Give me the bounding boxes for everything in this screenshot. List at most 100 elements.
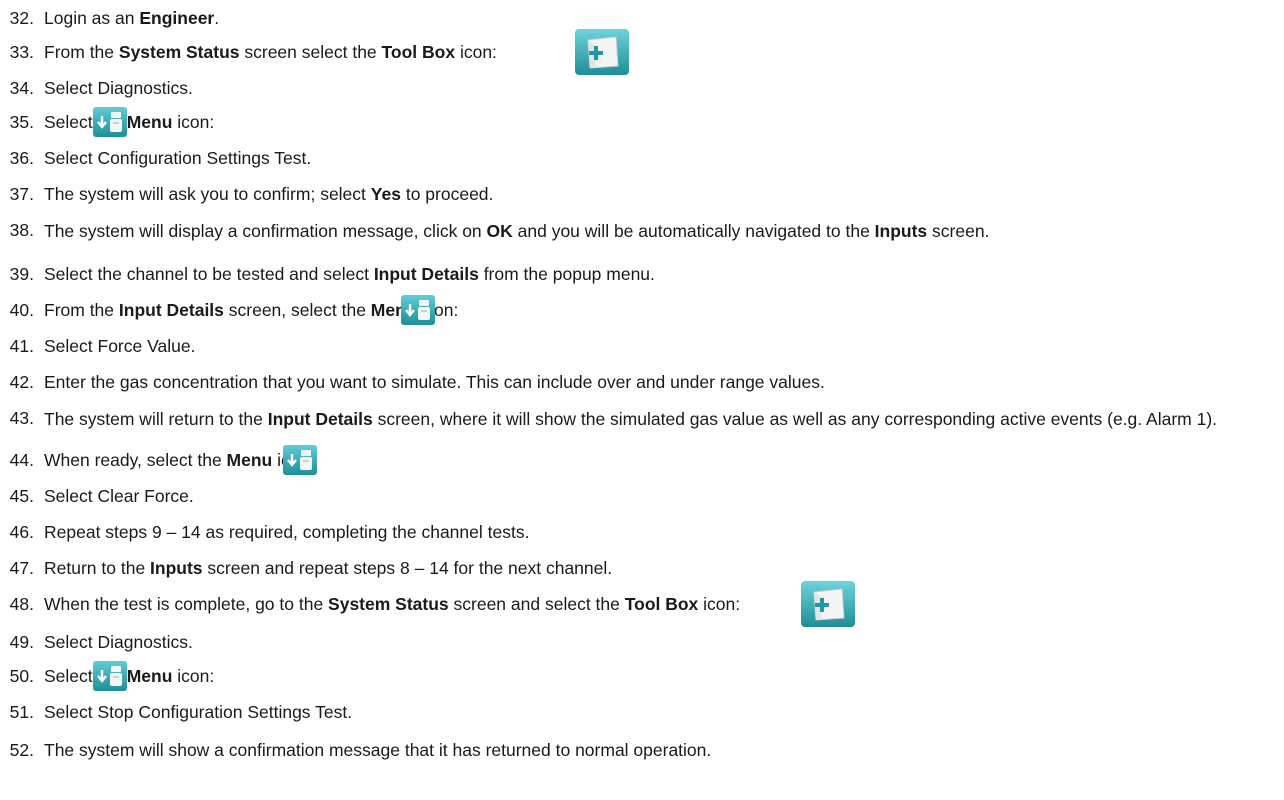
step-text: The system will display a confirmation m…: [44, 220, 1274, 242]
list-item: 39. Select the channel to be tested and s…: [0, 264, 655, 285]
step-text: Enter the gas concentration that you wan…: [44, 372, 825, 393]
step-text: Login as an Engineer.: [44, 8, 219, 29]
step-text: The system will return to the Input Deta…: [44, 408, 1274, 430]
step-text: When ready, select the Menu icon:: [44, 450, 314, 471]
text-run: screen and repeat steps 8 – 14 for the n…: [202, 558, 613, 578]
list-item: 49. Select Diagnostics.: [0, 632, 193, 653]
list-item: 40. From the Input Details screen, select…: [0, 295, 458, 325]
text-run: Return to the: [44, 558, 151, 578]
step-text: Select Force Value.: [44, 336, 195, 357]
text-run: The system will display a confirmation m…: [44, 221, 487, 241]
bold-term: Menu: [126, 666, 173, 686]
step-number: 52.: [9, 740, 34, 760]
bold-term: Inputs: [150, 558, 203, 578]
step-number: 44.: [9, 450, 34, 470]
text-run: icon:: [698, 594, 741, 614]
text-run: Login as an: [44, 8, 140, 28]
list-item: 35. Select the Menu icon:: [0, 107, 214, 137]
step-text: Select the Menu icon:: [44, 112, 214, 133]
bold-term: Input Details: [373, 264, 479, 284]
text-run: screen, select the: [223, 300, 371, 320]
text-run: From the: [44, 300, 119, 320]
list-item: 34. Select Diagnostics.: [0, 78, 193, 99]
list-item: 41. Select Force Value.: [0, 336, 196, 357]
step-number: 33.: [9, 42, 34, 62]
list-item: 50. Select the Menu icon:: [0, 661, 215, 691]
step-text: Repeat steps 9 – 14 as required, complet…: [44, 522, 529, 543]
menu-icon: [92, 660, 128, 692]
text-run: icon:: [455, 42, 497, 62]
step-number: 39.: [9, 264, 34, 284]
list-item: 47. Return to the Inputs screen and repea…: [0, 558, 612, 579]
text-run: from the popup menu.: [478, 264, 655, 284]
step-number: 48.: [9, 594, 34, 614]
step-number: 40.: [9, 300, 34, 320]
bold-term: Menu: [226, 450, 273, 470]
text-run: When the test is complete, go to the: [44, 594, 329, 614]
toolbox-icon: [574, 28, 630, 76]
step-number: 38.: [9, 220, 34, 240]
bold-term: Input Details: [267, 409, 373, 429]
menu-icon: [282, 444, 318, 476]
step-number: 37.: [9, 184, 34, 204]
step-number: 45.: [9, 486, 34, 506]
step-text: From the System Status screen select the…: [44, 42, 497, 63]
bold-term: Input Details: [118, 300, 224, 320]
step-text: When the test is complete, go to the Sys…: [44, 594, 740, 615]
step-text: The system will show a confirmation mess…: [44, 740, 711, 761]
text-run: The system will ask you to confirm; sele…: [44, 184, 371, 204]
step-text: The system will ask you to confirm; sele…: [44, 184, 493, 205]
step-number: 43.: [9, 408, 34, 428]
step-number: 47.: [9, 558, 34, 578]
list-item: 38. The system will display a confirmatio…: [0, 220, 1274, 242]
step-number: 42.: [9, 372, 34, 392]
step-number: 35.: [9, 112, 34, 132]
toolbox-icon: [800, 580, 856, 628]
step-number: 36.: [9, 148, 34, 168]
text-run: screen and select the: [448, 594, 625, 614]
step-number: 46.: [9, 522, 34, 542]
text-run: The system will return to the: [44, 409, 268, 429]
text-run: screen select the: [239, 42, 382, 62]
step-number: 49.: [9, 632, 34, 652]
bold-term: Menu: [126, 112, 173, 132]
text-run: Select Configuration Settings Test.: [44, 148, 312, 168]
bold-term: Yes: [370, 184, 401, 204]
text-run: Repeat steps 9 – 14 as required, complet…: [44, 522, 530, 542]
text-run: Select Diagnostics.: [44, 78, 193, 98]
list-item: 51. Select Stop Configuration Settings Te…: [0, 702, 352, 723]
text-run: screen.: [927, 221, 990, 241]
step-text: Select the channel to be tested and sele…: [44, 264, 655, 285]
text-run: Select Force Value.: [44, 336, 196, 356]
list-item: 48. When the test is complete, go to the …: [0, 581, 855, 627]
step-text: Select Stop Configuration Settings Test.: [44, 702, 352, 723]
menu-icon: [400, 294, 436, 326]
step-number: 34.: [9, 78, 34, 98]
bold-term: Engineer: [139, 8, 215, 28]
text-run: Select Stop Configuration Settings Test.: [44, 702, 353, 722]
step-text: Return to the Inputs screen and repeat s…: [44, 558, 612, 579]
step-text: Select Configuration Settings Test.: [44, 148, 311, 169]
step-text: Select Diagnostics.: [44, 78, 193, 99]
bold-term: Tool Box: [624, 594, 699, 614]
list-item: 46. Repeat steps 9 – 14 as required, comp…: [0, 522, 530, 543]
bold-term: OK: [486, 221, 513, 241]
text-run: icon:: [172, 666, 215, 686]
text-run: Select the channel to be tested and sele…: [44, 264, 374, 284]
text-run: Select Diagnostics.: [44, 632, 193, 652]
step-number: 32.: [9, 8, 34, 28]
text-run: When ready, select the: [44, 450, 227, 470]
list-item: 37. The system will ask you to confirm; s…: [0, 184, 494, 205]
bold-term: Inputs: [874, 221, 928, 241]
text-run: .: [214, 8, 220, 28]
list-item: 36. Select Configuration Settings Test.: [0, 148, 312, 169]
bold-term: Tool Box: [381, 42, 456, 62]
list-item: 32. Login as an Engineer.: [0, 8, 219, 29]
text-run: to proceed.: [400, 184, 494, 204]
list-item: 45. Select Clear Force.: [0, 486, 194, 507]
list-item: 42. Enter the gas concentration that you …: [0, 372, 825, 393]
step-text: Select Diagnostics.: [44, 632, 193, 653]
bold-term: System Status: [118, 42, 240, 62]
bold-term: System Status: [328, 594, 449, 614]
text-run: screen, where it will show the simulated…: [372, 409, 1218, 429]
